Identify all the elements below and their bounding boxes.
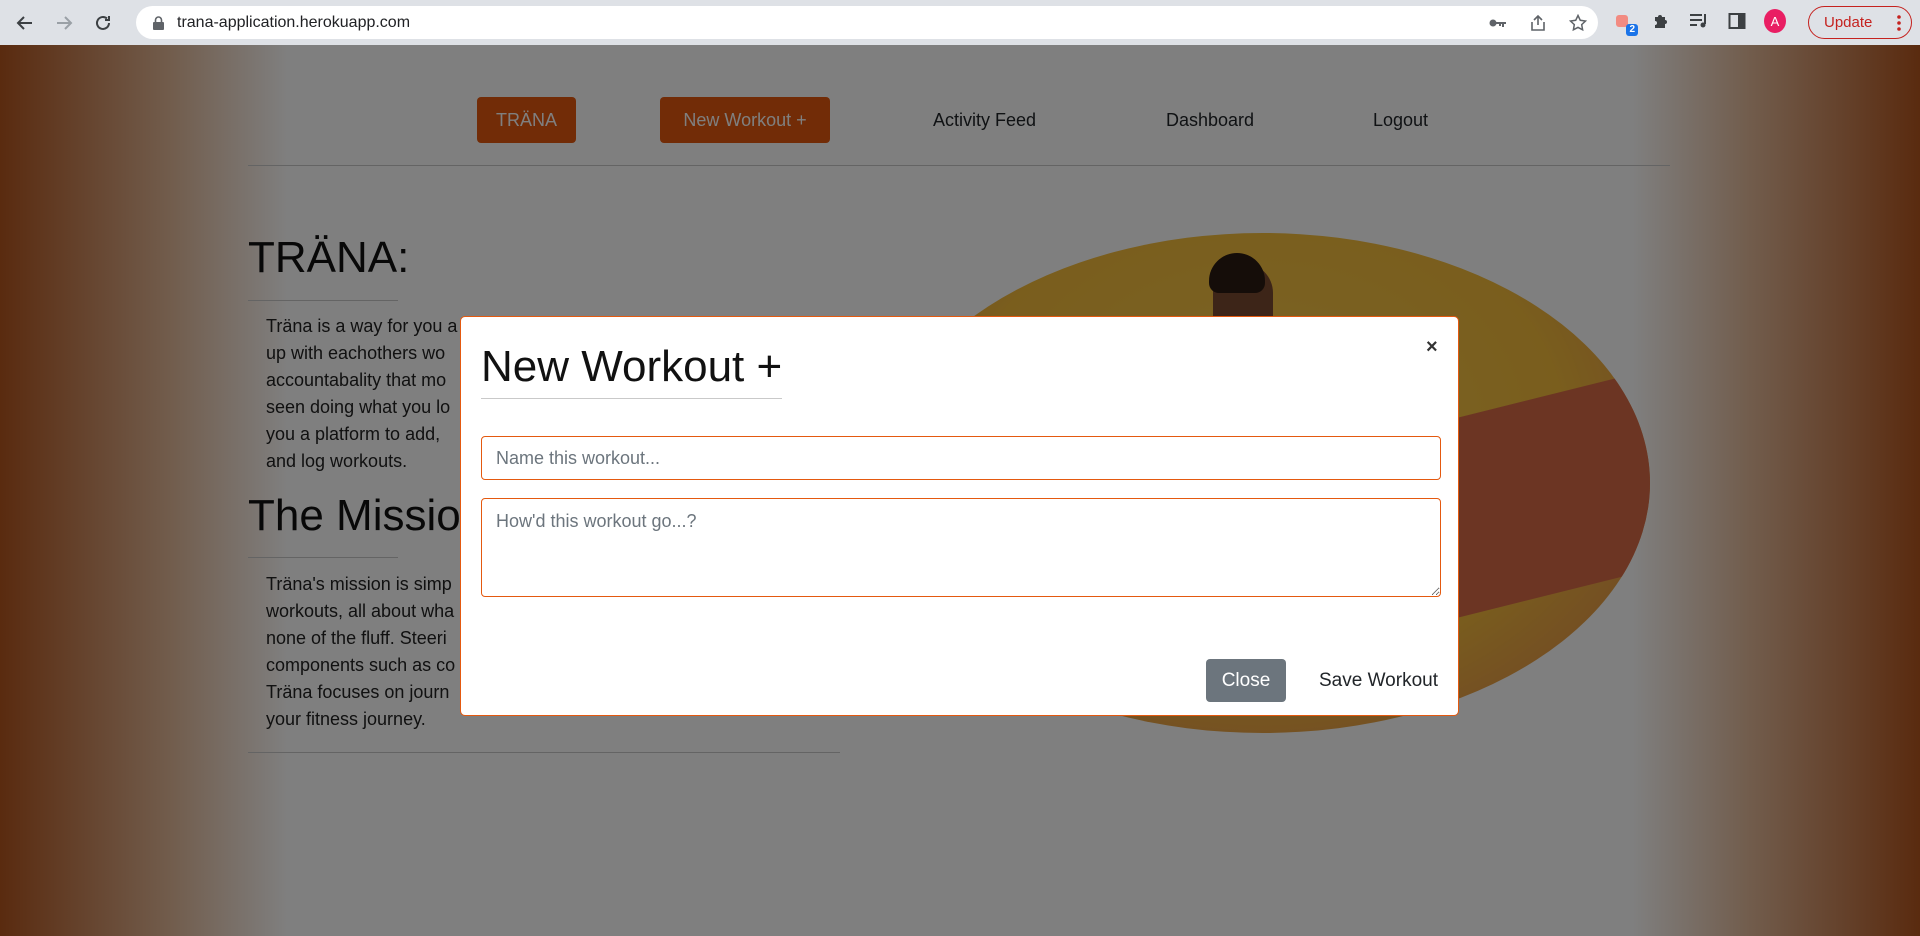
modal-title: New Workout +: [481, 342, 783, 399]
forward-icon[interactable]: [50, 9, 78, 37]
workout-notes-textarea[interactable]: [481, 498, 1441, 597]
media-queue-icon[interactable]: [1688, 8, 1710, 34]
close-button[interactable]: Close: [1206, 659, 1286, 702]
url-text: trana-application.herokuapp.com: [177, 13, 411, 31]
share-icon[interactable]: [1528, 13, 1548, 33]
lock-icon: [151, 15, 165, 31]
update-label: Update: [1824, 14, 1873, 31]
update-button[interactable]: Update: [1808, 6, 1912, 39]
bookmark-star-icon[interactable]: [1568, 13, 1588, 33]
profile-avatar[interactable]: A: [1764, 8, 1786, 34]
address-bar[interactable]: trana-application.herokuapp.com: [136, 6, 1598, 39]
browser-toolbar: trana-application.herokuapp.com 2 A Upda…: [0, 0, 1920, 45]
new-workout-modal: New Workout + × Close Save Workout: [460, 316, 1459, 716]
puzzle-icon[interactable]: [1650, 8, 1672, 34]
page-content: TRÄNA New Workout + Activity Feed Dashbo…: [0, 45, 1920, 936]
workout-name-input[interactable]: [481, 436, 1441, 480]
extension-icon[interactable]: 2: [1612, 8, 1638, 36]
back-icon[interactable]: [11, 9, 39, 37]
kebab-menu-icon[interactable]: [1897, 14, 1901, 36]
reload-icon[interactable]: [89, 9, 117, 37]
key-icon[interactable]: [1488, 13, 1508, 33]
modal-close-icon[interactable]: ×: [1426, 336, 1438, 359]
save-workout-button[interactable]: Save Workout: [1307, 659, 1450, 702]
side-panel-icon[interactable]: [1726, 8, 1748, 34]
extension-badge: 2: [1626, 24, 1638, 36]
